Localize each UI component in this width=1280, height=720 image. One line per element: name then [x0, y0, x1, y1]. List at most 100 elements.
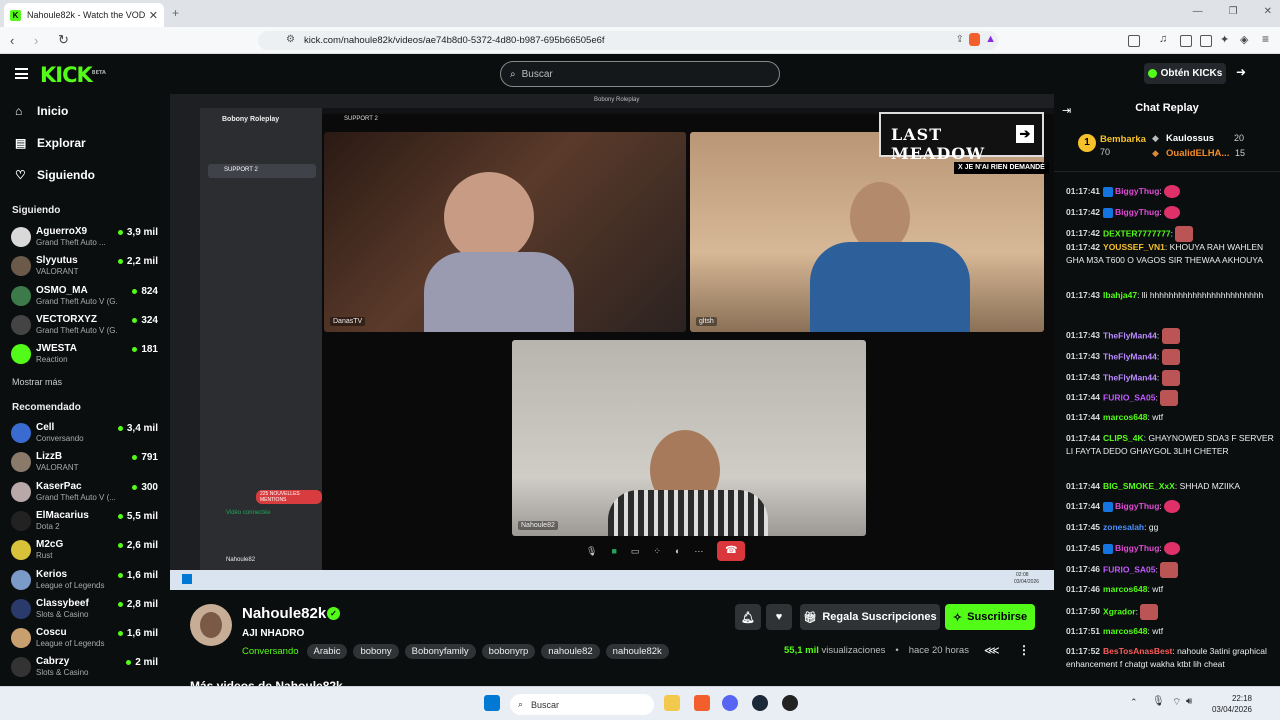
back-icon[interactable]: ‹ — [10, 33, 24, 48]
sidebar-channel[interactable]: KaserPac Grand Theft Auto V (... 300 — [11, 480, 161, 508]
brave-rewards-icon[interactable]: ▲ — [985, 33, 996, 45]
gift-subs-button[interactable]: 🎁︎ Regala Suscripciones — [800, 604, 940, 630]
file-explorer-icon[interactable] — [664, 695, 680, 711]
message-user[interactable]: CLIPS_4K — [1103, 433, 1144, 443]
stream-tag[interactable]: nahoule82k — [605, 644, 669, 659]
sidebar-channel[interactable]: Classybeef Slots & Casino 2,8 mil — [11, 597, 161, 625]
sidebar-channel[interactable]: Cell Conversando 3,4 mil — [11, 421, 161, 449]
message-user[interactable]: BiggyThug — [1115, 501, 1159, 511]
address-bar[interactable]: ⚙ kick.com/nahoule82k/videos/ae74b8d0-53… — [258, 31, 998, 50]
music-icon[interactable]: ♫ — [1159, 33, 1167, 45]
message-user[interactable]: FURIO_SA05 — [1103, 564, 1155, 574]
volume-icon[interactable]: 🔊︎ — [1186, 696, 1192, 707]
camera-icon[interactable]: ■ — [611, 546, 616, 556]
message-user[interactable]: FURIO_SA05 — [1103, 392, 1155, 402]
message-user[interactable]: DEXTER7777777 — [1103, 228, 1171, 238]
subscribe-button[interactable]: ✧ Suscribirse — [945, 604, 1035, 630]
sidebar-channel[interactable]: OSMO_MA Grand Theft Auto V (G... 824 — [11, 284, 161, 312]
ai-icon[interactable]: ✦ — [1220, 33, 1229, 46]
activities-icon[interactable]: ⁘ — [653, 546, 661, 557]
video-player[interactable]: Bobony Roleplay Bobony Roleplay SUPPORT … — [170, 94, 1054, 590]
discord-icon[interactable] — [722, 695, 738, 711]
stream-tag[interactable]: bobonyrp — [481, 644, 536, 659]
get-kicks-button[interactable]: Obtén KICKs — [1144, 63, 1226, 84]
sidebar-channel[interactable]: JWESTA Reaction 181 — [11, 342, 161, 370]
hamburger-menu-icon[interactable] — [15, 68, 28, 79]
hang-up-button[interactable]: ☎ — [717, 541, 746, 561]
nav-home[interactable]: ⌂ Inicio — [15, 104, 68, 118]
wallet-icon[interactable] — [1200, 35, 1212, 47]
steam-icon[interactable] — [752, 695, 768, 711]
message-user[interactable]: BesTosAnasBest — [1103, 646, 1172, 656]
forward-icon[interactable]: › — [34, 33, 48, 48]
reload-icon[interactable]: ↻ — [58, 32, 72, 48]
brave-icon[interactable] — [694, 695, 710, 711]
taskbar-search[interactable]: ⌕ Buscar — [510, 694, 654, 715]
login-icon[interactable]: ➜ — [1236, 65, 1246, 79]
sidebar-channel[interactable]: LizzB VALORANT 791 — [11, 450, 161, 478]
stream-tag[interactable]: Bobonyfamily — [404, 644, 476, 659]
more-options-icon[interactable]: ⋯ — [694, 546, 703, 557]
stream-tag[interactable]: nahoule82 — [541, 644, 600, 659]
message-user[interactable]: marcos648 — [1103, 412, 1147, 422]
message-user[interactable]: BiggyThug — [1115, 186, 1159, 196]
message-user[interactable]: BiggyThug — [1115, 207, 1159, 217]
site-info-icon[interactable]: ⚙ — [286, 34, 295, 45]
brave-shield-icon[interactable] — [969, 33, 980, 46]
effects-icon[interactable]: ◐ — [675, 546, 680, 556]
message-user[interactable]: lbahja47 — [1103, 290, 1137, 300]
close-tab-icon[interactable]: ✕ — [149, 9, 158, 22]
sidebar-channel[interactable]: M2cG Rust 2,6 mil — [11, 538, 161, 566]
restore-icon[interactable]: ❐ — [1229, 6, 1238, 17]
message-user[interactable]: TheFlyMan44 — [1103, 330, 1157, 340]
follow-button[interactable]: ♥ — [766, 604, 792, 630]
screen-share-icon[interactable]: ▭ — [631, 546, 640, 557]
kick-logo[interactable]: KICKBETA — [40, 63, 106, 87]
stream-tag[interactable]: bobony — [353, 644, 399, 659]
stream-tag[interactable]: Arabic — [306, 644, 348, 659]
message-user[interactable]: marcos648 — [1103, 626, 1147, 636]
wifi-icon[interactable]: ⌔ — [1172, 696, 1181, 709]
tray-chevron-icon[interactable]: ⌃ — [1130, 697, 1138, 708]
menu-icon[interactable]: ≡ — [1262, 32, 1269, 46]
message-user[interactable]: TheFlyMan44 — [1103, 351, 1157, 361]
search-input[interactable]: ⌕ Buscar — [500, 61, 780, 87]
message-user[interactable]: TheFlyMan44 — [1103, 372, 1157, 382]
message-user[interactable]: BIG_SMOKE_XxX — [1103, 481, 1175, 491]
nav-following[interactable]: ♡ Siguiendo — [15, 168, 95, 182]
windows-start-icon[interactable] — [484, 695, 500, 711]
browser-tab[interactable]: K Nahoule82k - Watch the VOD ✕ — [4, 3, 164, 27]
vpn-icon[interactable]: ◈ — [1240, 33, 1248, 46]
nav-explore[interactable]: ▤ Explorar — [15, 136, 86, 150]
minimize-icon[interactable]: — — [1193, 6, 1203, 17]
message-user[interactable]: BiggyThug — [1115, 543, 1159, 553]
sidebar-channel[interactable]: ElMacarius Dota 2 5,5 mil — [11, 509, 161, 537]
message-user[interactable]: YOUSSEF_VN1 — [1103, 242, 1165, 252]
show-more-link[interactable]: Mostrar más — [12, 377, 62, 387]
sidebar-icon[interactable] — [1180, 35, 1192, 47]
streamer-name[interactable]: Nahoule82k — [242, 605, 326, 622]
app-icon[interactable] — [782, 695, 798, 711]
sidebar-channel[interactable]: VECTORXYZ Grand Theft Auto V (G... 324 — [11, 313, 161, 341]
sidebar-channel[interactable]: Coscu League of Legends 1,6 mil — [11, 626, 161, 654]
sidebar-channel[interactable]: Kerios League of Legends 1,6 mil — [11, 568, 161, 596]
microphone-icon[interactable]: 🎙 — [586, 546, 597, 557]
new-tab-icon[interactable]: + — [172, 6, 179, 20]
sidebar-channel[interactable]: Cabrzy Slots & Casino 2 mil — [11, 655, 161, 683]
category-link[interactable]: Conversando — [242, 646, 299, 657]
sidebar-channel[interactable]: Slyyutus VALORANT 2,2 mil — [11, 254, 161, 282]
share-icon[interactable]: ⇪ — [956, 34, 964, 45]
tab-search-icon[interactable] — [1128, 35, 1140, 47]
streamer-avatar[interactable] — [190, 604, 232, 646]
mic-tray-icon[interactable]: 🎙︎ — [1152, 696, 1165, 707]
message-user[interactable]: marcos648 — [1103, 584, 1147, 594]
notifications-button[interactable]: 🔔︎ — [735, 604, 761, 630]
share-icon[interactable]: ⋘ — [984, 644, 1000, 657]
close-window-icon[interactable]: ✕ — [1264, 6, 1272, 17]
taskbar-clock[interactable]: 22:18 03/04/2026 — [1200, 693, 1252, 715]
sidebar-channel[interactable]: AguerroX9 Grand Theft Auto ... 3,9 mil — [11, 225, 161, 253]
message-user[interactable]: Xgrador — [1103, 606, 1136, 616]
message-user[interactable]: zonesalah — [1103, 522, 1144, 532]
chat-message: 01:17:44 marcos648: wtf — [1066, 412, 1164, 422]
more-options-icon[interactable]: ⋮ — [1018, 643, 1030, 657]
